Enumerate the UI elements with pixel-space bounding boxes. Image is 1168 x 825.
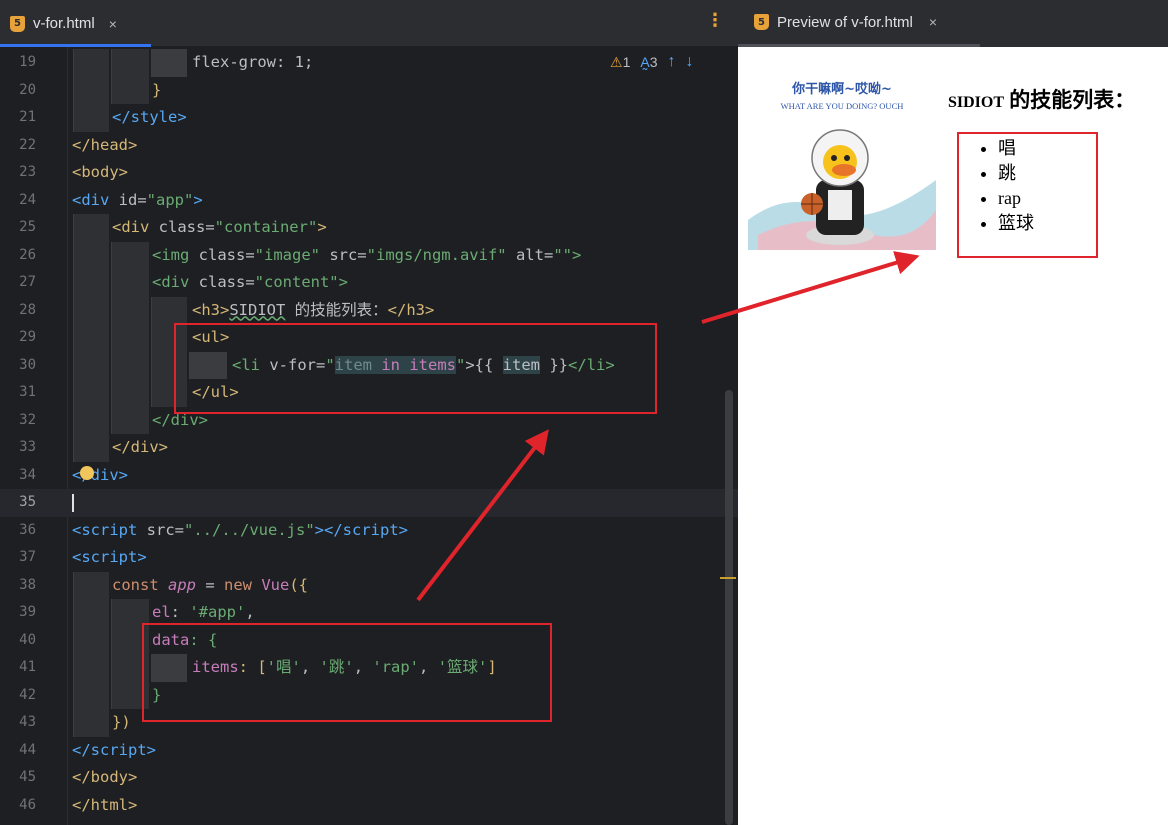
code-line[interactable]: 37 <script> <box>0 544 738 572</box>
line-number: 37 <box>19 549 36 565</box>
annotation-box-data <box>142 623 552 722</box>
spellcheck-icon: A̰ <box>640 54 650 70</box>
code-line[interactable]: 27 <div class="content"> <box>0 269 738 297</box>
line-number: 40 <box>19 631 36 648</box>
code-line-current[interactable]: 35 <box>0 489 738 517</box>
code-line[interactable]: 38 const app = new Vue({ <box>0 571 738 599</box>
code-line[interactable]: 46 </html> <box>0 792 738 820</box>
next-highlight-icon[interactable]: ↓ <box>686 53 694 71</box>
scroll-marker <box>720 577 736 579</box>
line-number: 32 <box>19 411 36 428</box>
text-cursor <box>72 494 74 512</box>
line-number: 25 <box>19 219 36 235</box>
line-number: 33 <box>19 439 36 455</box>
line-number: 20 <box>19 81 36 98</box>
code-line[interactable]: 24 <div id="app"> <box>0 187 738 215</box>
inspection-widget[interactable]: ⚠1 A̰3 ↑ ↓ <box>610 53 694 71</box>
line-number: 43 <box>19 714 36 730</box>
meme-caption-en: WHAT ARE YOU DOING? OUCH <box>780 101 904 111</box>
warning-icon: ⚠ <box>610 53 623 70</box>
line-number: 31 <box>19 384 36 400</box>
preview-tab-bar: 5 Preview of v-for.html × <box>738 0 1168 47</box>
warning-count[interactable]: ⚠1 <box>610 54 630 71</box>
preview-tab-label: Preview of v-for.html <box>777 13 913 31</box>
code-line[interactable]: 44 </script> <box>0 737 738 765</box>
previous-highlight-icon[interactable]: ↑ <box>668 53 676 71</box>
preview-tab-indicator <box>738 44 980 47</box>
more-vertical-icon[interactable]: ⋮ <box>706 10 724 31</box>
tab-preview[interactable]: 5 Preview of v-for.html × <box>738 0 937 44</box>
tab-v-for-html[interactable]: 5 v-for.html × <box>0 0 151 47</box>
close-tab-icon[interactable]: × <box>109 16 117 32</box>
line-number: 23 <box>19 164 36 180</box>
code-line[interactable]: 25 <div class="container"> <box>0 214 738 242</box>
line-number: 45 <box>19 769 36 785</box>
line-number: 46 <box>19 796 36 813</box>
line-number: 39 <box>19 604 36 620</box>
line-number: 27 <box>19 274 36 290</box>
line-number: 30 <box>19 356 36 373</box>
line-number: 21 <box>19 109 36 125</box>
code-line[interactable]: 20 } <box>0 76 738 104</box>
editor-tab-bar: 5 v-for.html × ⋮ <box>0 0 738 47</box>
preview-heading: SIDIOT 的技能列表： <box>948 88 1136 112</box>
line-number: 38 <box>19 576 36 593</box>
code-line[interactable]: 34 </div> <box>0 462 738 490</box>
line-number: 44 <box>19 741 36 758</box>
html5-file-icon: 5 <box>10 15 25 32</box>
code-line[interactable]: 33 </div> <box>0 434 738 462</box>
close-preview-icon[interactable]: × <box>929 14 937 30</box>
code-line[interactable]: 21 </style> <box>0 104 738 132</box>
line-number: 26 <box>19 246 36 263</box>
code-line[interactable]: 45 </body> <box>0 764 738 792</box>
annotation-box-list <box>957 132 1098 258</box>
line-number: 22 <box>19 136 36 153</box>
vertical-scrollbar[interactable] <box>725 390 733 825</box>
line-number: 35 <box>19 494 36 510</box>
code-line[interactable]: 22 </head> <box>0 132 738 160</box>
line-number: 41 <box>19 659 36 675</box>
lightbulb-icon[interactable] <box>80 466 94 480</box>
annotation-box-ul <box>174 323 657 414</box>
line-number: 29 <box>19 329 36 345</box>
meme-caption-cn: 你干嘛啊~哎呦~ <box>792 82 892 97</box>
code-line[interactable]: 28 <h3>SIDIOT 的技能列表：</h3> <box>0 296 738 324</box>
line-number: 42 <box>19 686 36 703</box>
line-number: 36 <box>19 521 36 538</box>
code-line[interactable]: 26 <img class="image" src="imgs/ngm.avif… <box>0 241 738 269</box>
tab-label: v-for.html <box>33 15 95 32</box>
line-number: 19 <box>19 54 36 70</box>
code-line[interactable]: 36 <script src="../../vue.js"></script> <box>0 517 738 545</box>
line-number: 24 <box>19 191 36 208</box>
line-number: 28 <box>19 301 36 318</box>
meme-image: 你干嘛啊~哎呦~ WHAT ARE YOU DOING? OUCH <box>748 70 936 250</box>
html5-file-icon: 5 <box>754 14 769 30</box>
typo-count[interactable]: A̰3 <box>640 54 657 70</box>
line-number: 34 <box>19 466 36 483</box>
code-line[interactable]: 23 <body> <box>0 159 738 187</box>
preview-pane: 5 Preview of v-for.html × 你干嘛啊~哎呦~ WHAT … <box>738 0 1168 825</box>
